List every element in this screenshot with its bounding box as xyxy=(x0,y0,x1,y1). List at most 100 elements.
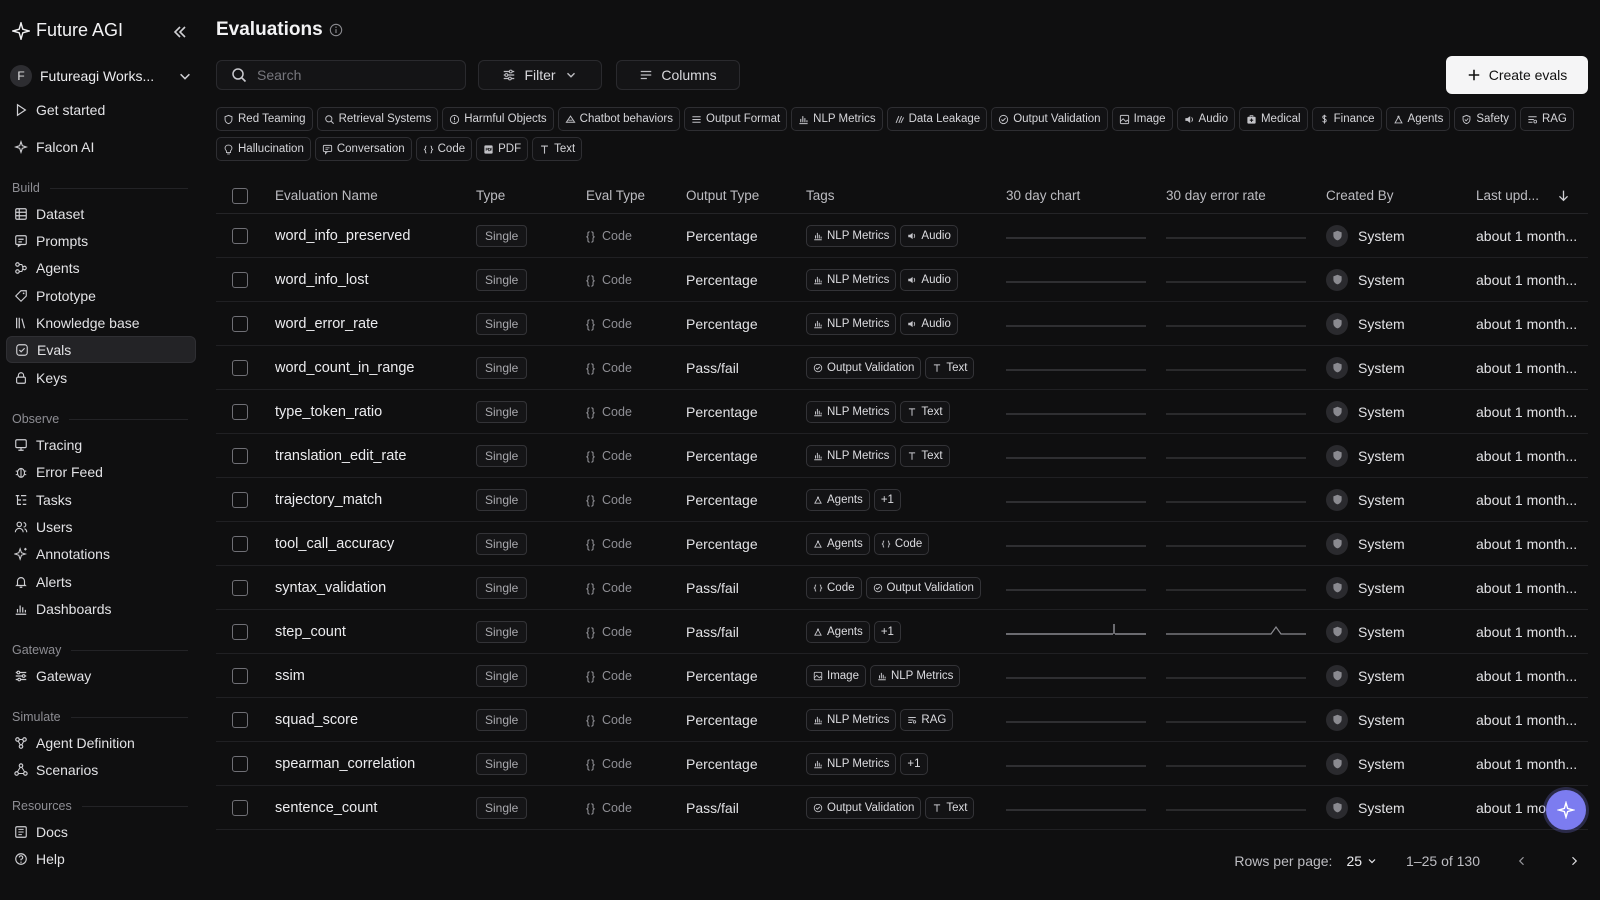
table-row[interactable]: spearman_correlation Single {} Code Percenta… xyxy=(216,742,1588,786)
workspace-switcher[interactable]: F Futureagi Works... xyxy=(10,62,192,90)
category-chip-retrieval-systems[interactable]: Retrieval Systems xyxy=(316,107,439,131)
nav-prompts[interactable]: Prompts xyxy=(6,227,196,254)
evaluation-name[interactable]: syntax_validation xyxy=(275,566,386,609)
evaluation-name[interactable]: ssim xyxy=(275,654,305,697)
table-row[interactable]: sentence_count Single {} Code Pass/fail Outpu… xyxy=(216,786,1588,830)
nav-alerts[interactable]: Alerts xyxy=(6,568,196,595)
row-checkbox[interactable] xyxy=(232,227,248,244)
filter-button[interactable]: Filter xyxy=(478,60,602,90)
category-chip-chatbot-behaviors[interactable]: Chatbot behaviors xyxy=(557,107,681,131)
rows-per-page-select[interactable]: 25 xyxy=(1346,853,1378,869)
nav-keys[interactable]: Keys xyxy=(6,364,196,391)
tag-nlp-metrics[interactable]: NLP Metrics xyxy=(806,224,897,247)
nav-scenarios[interactable]: Scenarios xyxy=(6,756,196,783)
create-evals-button[interactable]: Create evals xyxy=(1446,56,1588,94)
table-row[interactable]: word_info_lost Single {} Code Percentage NLP … xyxy=(216,258,1588,302)
tag-agents[interactable]: Agents xyxy=(806,532,870,555)
tag-text[interactable]: Text xyxy=(925,356,975,379)
row-checkbox[interactable] xyxy=(232,271,248,288)
tag-audio[interactable]: Audio xyxy=(900,312,958,335)
brand-logo[interactable]: Future AGI xyxy=(12,20,123,41)
category-chip-finance[interactable]: Finance xyxy=(1311,107,1382,131)
tag-code[interactable]: Code xyxy=(806,576,862,599)
nav-agents[interactable]: Agents xyxy=(6,254,196,281)
category-chip-medical[interactable]: Medical xyxy=(1238,107,1308,131)
evaluation-name[interactable]: trajectory_match xyxy=(275,478,382,521)
evaluation-name[interactable]: step_count xyxy=(275,610,346,653)
assistant-fab-button[interactable] xyxy=(1546,790,1586,830)
table-row[interactable]: tool_call_accuracy Single{} Code Percentage… xyxy=(216,522,1588,566)
category-chip-red-teaming[interactable]: Red Teaming xyxy=(216,107,313,131)
col-created-by[interactable]: Created By xyxy=(1326,178,1394,213)
row-checkbox[interactable] xyxy=(232,799,248,816)
table-row[interactable]: word_count_in_range Single {} Code Pass/fail… xyxy=(216,346,1588,390)
evaluation-name[interactable]: spearman_correlation xyxy=(275,742,415,785)
category-chip-safety[interactable]: Safety xyxy=(1454,107,1516,131)
tag-text[interactable]: Text xyxy=(925,796,975,819)
row-checkbox[interactable] xyxy=(232,315,248,332)
info-icon[interactable] xyxy=(329,23,343,37)
tag-nlp-metrics[interactable]: NLP Metrics xyxy=(869,664,961,687)
evaluation-name[interactable]: word_count_in_range xyxy=(275,346,414,389)
row-checkbox[interactable] xyxy=(232,623,248,640)
col-output-type[interactable]: Output Type xyxy=(686,178,759,213)
tag-nlp-metrics[interactable]: NLP Metrics xyxy=(806,752,897,775)
row-checkbox[interactable] xyxy=(232,403,248,420)
prev-page-button[interactable] xyxy=(1508,847,1536,875)
category-chip-output-format[interactable]: Output Format xyxy=(684,107,788,131)
row-checkbox[interactable] xyxy=(232,711,248,728)
nav-docs[interactable]: Docs xyxy=(6,818,196,845)
nav-prototype[interactable]: Prototype xyxy=(6,282,196,309)
tag-audio[interactable]: Audio xyxy=(900,224,958,247)
row-checkbox[interactable] xyxy=(232,755,248,772)
nav-gateway[interactable]: Gateway xyxy=(6,662,196,689)
evaluation-name[interactable]: word_info_preserved xyxy=(275,214,410,257)
col-30-day-error-rate[interactable]: 30 day error rate xyxy=(1166,178,1266,213)
select-all-checkbox[interactable] xyxy=(232,187,248,204)
category-chip-text[interactable]: Text xyxy=(532,137,583,161)
tag-nlp-metrics[interactable]: NLP Metrics xyxy=(806,312,897,335)
table-row[interactable]: trajectory_match Single {} Code Percentage Ag… xyxy=(216,478,1588,522)
row-checkbox[interactable] xyxy=(232,359,248,376)
tag-text[interactable]: Text xyxy=(900,400,950,423)
tag-nlp-metrics[interactable]: NLP Metrics xyxy=(806,708,897,731)
tag-more[interactable]: +1 xyxy=(900,752,928,775)
evaluation-name[interactable]: type_token_ratio xyxy=(275,390,382,433)
row-checkbox[interactable] xyxy=(232,447,248,464)
nav-dashboards[interactable]: Dashboards xyxy=(6,595,196,622)
tag-image[interactable]: Image xyxy=(806,664,866,687)
nav-error-feed[interactable]: Error Feed xyxy=(6,458,196,485)
row-checkbox[interactable] xyxy=(232,491,248,508)
category-chip-code[interactable]: Code xyxy=(415,137,473,161)
row-checkbox[interactable] xyxy=(232,579,248,596)
nav-users[interactable]: Users xyxy=(6,513,196,540)
nav-tracing[interactable]: Tracing xyxy=(6,431,196,458)
tag-code[interactable]: Code xyxy=(873,532,930,555)
nav-dataset[interactable]: Dataset xyxy=(6,200,196,227)
tag-audio[interactable]: Audio xyxy=(900,268,958,291)
tag-text[interactable]: Text xyxy=(900,444,950,467)
tag-nlp-metrics[interactable]: NLP Metrics xyxy=(806,444,897,467)
nav-agent-definition[interactable]: Agent Definition xyxy=(6,729,196,756)
table-row[interactable]: translation_edit_rate Single {} Code Percent… xyxy=(216,434,1588,478)
category-chip-harmful-objects[interactable]: Harmful Objects xyxy=(442,107,554,131)
category-chip-audio[interactable]: Audio xyxy=(1176,107,1235,131)
category-chip-conversation[interactable]: Conversation xyxy=(314,137,412,161)
col-30-day-chart[interactable]: 30 day chart xyxy=(1006,178,1080,213)
tag-more[interactable]: +1 xyxy=(873,488,901,511)
row-checkbox[interactable] xyxy=(232,667,248,684)
col-eval-type[interactable]: Eval Type xyxy=(586,178,645,213)
table-row[interactable]: ssim Single {} Code Percentage Image NLP Metri… xyxy=(216,654,1588,698)
category-chip-data-leakage[interactable]: Data Leakage xyxy=(886,107,988,131)
nav-help[interactable]: Help xyxy=(6,845,196,872)
nav-annotations[interactable]: Annotations xyxy=(6,540,196,567)
table-row[interactable]: word_error_rate Single {} Code Percentage NLP… xyxy=(216,302,1588,346)
nav-tasks[interactable]: Tasks xyxy=(6,486,196,513)
evaluation-name[interactable]: squad_score xyxy=(275,698,358,741)
category-chip-pdf[interactable]: PDF xyxy=(476,137,529,161)
col-evaluation-name[interactable]: Evaluation Name xyxy=(275,178,378,213)
tag-output-validation[interactable]: Output Validation xyxy=(806,356,922,379)
tag-agents[interactable]: Agents xyxy=(806,488,870,511)
evaluation-name[interactable]: sentence_count xyxy=(275,786,377,829)
nav-get-started[interactable]: Get started xyxy=(6,96,196,123)
